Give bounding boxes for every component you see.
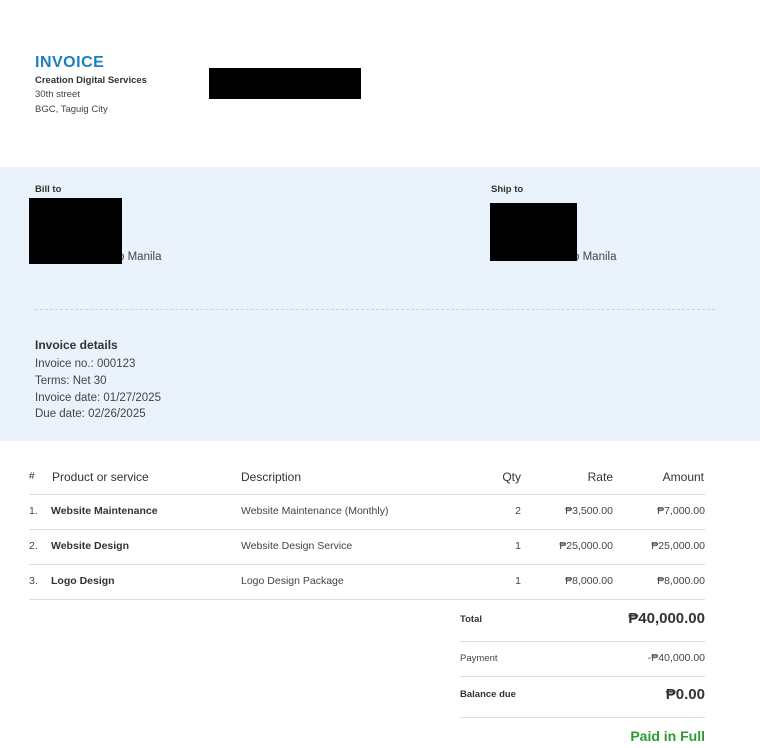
- ship-to-city: o Manila: [573, 251, 617, 263]
- row-index: 1.: [29, 505, 38, 517]
- table-divider: [29, 564, 705, 565]
- bill-to-city: o Manila: [118, 251, 162, 263]
- invoice-number: Invoice no.: 000123: [35, 358, 136, 370]
- row-index: 3.: [29, 575, 38, 587]
- col-header-description: Description: [241, 470, 302, 484]
- col-header-rate: Rate: [587, 470, 613, 484]
- redacted-ship-to-address: [490, 203, 577, 261]
- invoice-details-title: Invoice details: [35, 338, 118, 352]
- row-description: Logo Design Package: [241, 575, 344, 587]
- invoice-title: INVOICE: [35, 54, 105, 71]
- col-header-product: Product or service: [52, 470, 149, 484]
- row-rate: ₱8,000.00: [565, 575, 613, 587]
- invoice-terms: Terms: Net 30: [35, 375, 107, 387]
- total-value: ₱40,000.00: [628, 610, 705, 627]
- paid-status: Paid in Full: [630, 728, 705, 744]
- payment-value: -₱40,000.00: [647, 652, 705, 664]
- row-index: 2.: [29, 540, 38, 552]
- invoice-page: { "header": { "title": "INVOICE", "compa…: [0, 0, 760, 748]
- row-description: Website Design Service: [241, 540, 353, 552]
- total-label: Total: [460, 614, 482, 625]
- totals-divider: [460, 641, 705, 642]
- row-product: Website Maintenance: [51, 505, 158, 517]
- balance-due-value: ₱0.00: [665, 686, 705, 703]
- ship-to-label: Ship to: [491, 184, 524, 195]
- band-divider: [35, 309, 715, 310]
- row-rate: ₱25,000.00: [559, 540, 613, 552]
- redacted-logo: [209, 68, 361, 99]
- invoice-date: Invoice date: 01/27/2025: [35, 392, 161, 404]
- row-amount: ₱7,000.00: [657, 505, 705, 517]
- row-amount: ₱8,000.00: [657, 575, 705, 587]
- col-header-amount: Amount: [662, 470, 704, 484]
- balance-due-label: Balance due: [460, 689, 516, 700]
- redacted-bill-to-address: [29, 198, 122, 264]
- due-date: Due date: 02/26/2025: [35, 408, 146, 420]
- row-product: Website Design: [51, 540, 129, 552]
- company-address-line1: 30th street: [35, 89, 80, 100]
- company-address-line2: BGC, Taguig City: [35, 104, 108, 115]
- row-qty: 2: [515, 505, 521, 517]
- payment-label: Payment: [460, 653, 498, 664]
- company-name: Creation Digital Services: [35, 75, 147, 86]
- row-qty: 1: [515, 575, 521, 587]
- totals-divider: [460, 717, 705, 718]
- bill-to-label: Bill to: [35, 184, 62, 195]
- row-amount: ₱25,000.00: [651, 540, 705, 552]
- totals-divider: [460, 676, 705, 677]
- row-product: Logo Design: [51, 575, 115, 587]
- table-divider: [29, 599, 705, 600]
- row-rate: ₱3,500.00: [565, 505, 613, 517]
- col-header-index: #: [29, 471, 35, 482]
- row-qty: 1: [515, 540, 521, 552]
- table-divider: [29, 494, 705, 495]
- table-divider: [29, 529, 705, 530]
- col-header-qty: Qty: [502, 470, 521, 484]
- row-description: Website Maintenance (Monthly): [241, 505, 389, 517]
